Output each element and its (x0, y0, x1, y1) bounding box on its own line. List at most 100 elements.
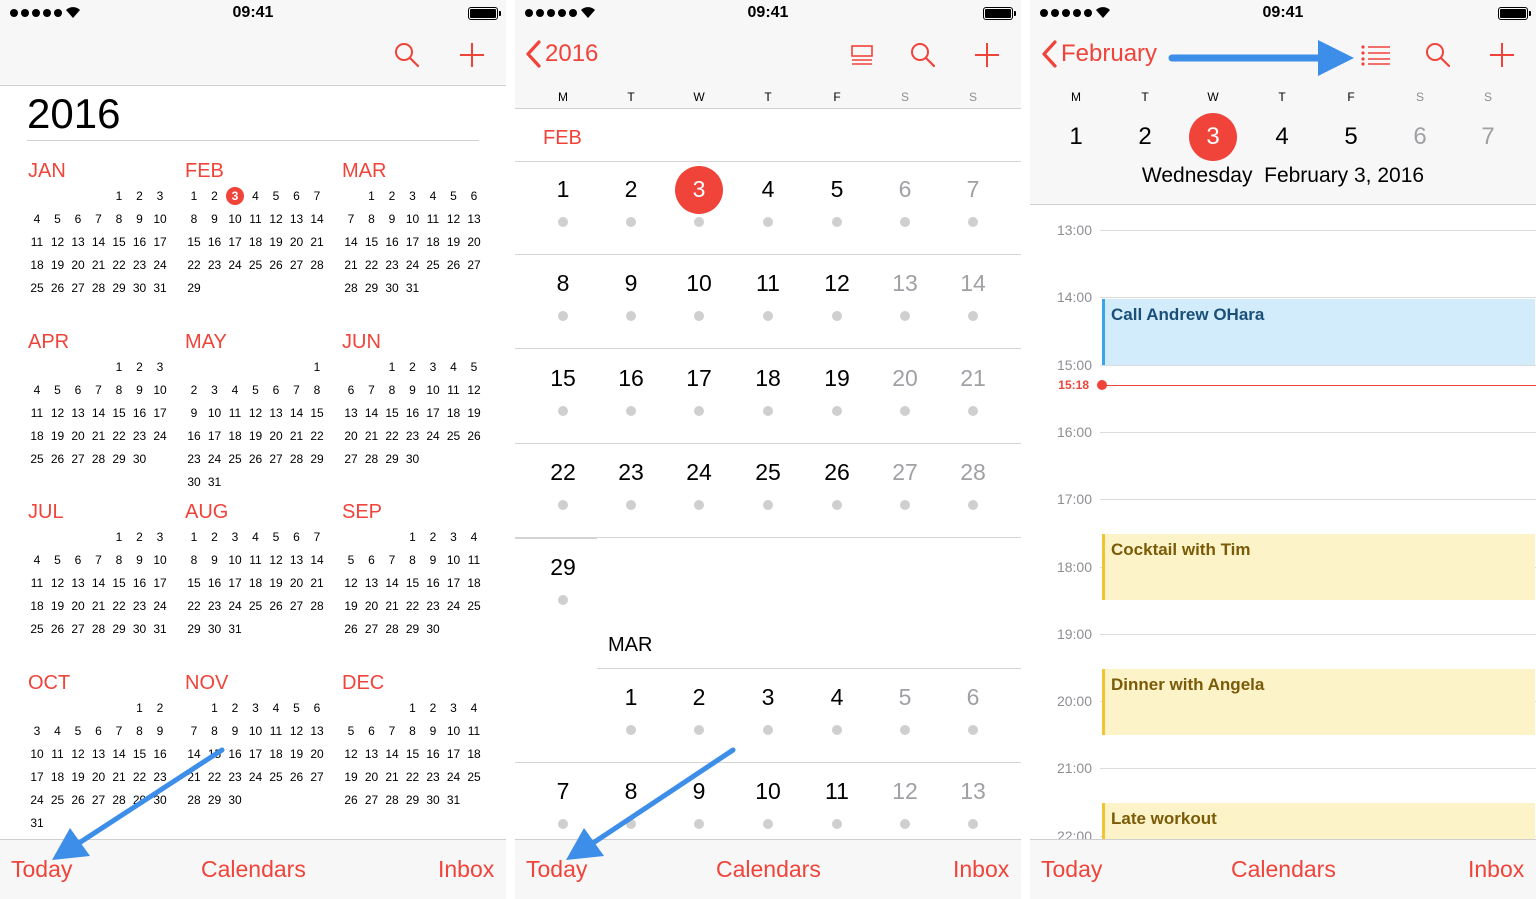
day-cell[interactable]: 11 (743, 270, 793, 297)
mini-day[interactable]: 26 (48, 622, 68, 636)
mini-day[interactable]: 27 (287, 258, 307, 272)
day-cell[interactable]: 1 (538, 176, 588, 203)
mini-day[interactable]: 23 (382, 258, 402, 272)
day-cell[interactable]: 16 (606, 365, 656, 392)
calendar-event[interactable]: Call Andrew OHara (1102, 298, 1535, 365)
mini-day[interactable]: 12 (341, 576, 361, 590)
mini-day[interactable]: 8 (184, 212, 204, 226)
mini-day[interactable]: 22 (403, 770, 423, 784)
mini-day[interactable]: 26 (464, 429, 484, 443)
mini-day[interactable]: 8 (403, 553, 423, 567)
mini-day[interactable]: 19 (266, 576, 286, 590)
mini-day[interactable]: 15 (403, 747, 423, 761)
mini-day[interactable]: 15 (403, 576, 423, 590)
mini-day[interactable]: 7 (307, 530, 327, 544)
mini-day[interactable]: 7 (341, 212, 361, 226)
mini-day[interactable]: 26 (266, 599, 286, 613)
day-cell[interactable]: 10 (743, 778, 793, 805)
mini-day[interactable]: 21 (382, 599, 402, 613)
mini-day[interactable]: 5 (48, 212, 68, 226)
mini-day[interactable]: 10 (205, 406, 225, 420)
mini-day[interactable]: 9 (382, 212, 402, 226)
mini-day[interactable]: 12 (266, 212, 286, 226)
mini-day[interactable]: 31 (150, 622, 170, 636)
mini-day[interactable]: 28 (307, 258, 327, 272)
list-view-icon[interactable] (851, 45, 873, 72)
mini-day[interactable]: 14 (287, 406, 307, 420)
mini-day[interactable]: 4 (27, 383, 47, 397)
mini-day[interactable]: 13 (362, 576, 382, 590)
back-to-year-button[interactable]: 2016 (525, 40, 598, 68)
mini-day[interactable]: 29 (382, 452, 402, 466)
mini-day[interactable]: 28 (184, 793, 204, 807)
mini-day[interactable]: 5 (48, 553, 68, 567)
mini-day[interactable]: 21 (362, 429, 382, 443)
mini-day[interactable]: 28 (307, 599, 327, 613)
mini-day[interactable]: 17 (225, 576, 245, 590)
mini-day[interactable]: 7 (362, 383, 382, 397)
day-cell[interactable]: 9 (606, 270, 656, 297)
tab-inbox[interactable]: Inbox (438, 856, 494, 883)
mini-day[interactable]: 15 (109, 235, 129, 249)
day-cell[interactable]: 24 (674, 459, 724, 486)
mini-day[interactable]: 18 (423, 235, 443, 249)
mini-day[interactable]: 25 (27, 452, 47, 466)
mini-day[interactable]: 18 (27, 258, 47, 272)
mini-day[interactable]: 13 (287, 212, 307, 226)
mini-day[interactable]: 19 (464, 406, 484, 420)
mini-day[interactable]: 6 (89, 724, 109, 738)
mini-day[interactable]: 31 (205, 475, 225, 489)
mini-day[interactable]: 6 (307, 701, 327, 715)
mini-day[interactable]: 21 (89, 258, 109, 272)
mini-day[interactable]: 11 (266, 724, 286, 738)
mini-day[interactable]: 12 (246, 406, 266, 420)
mini-day[interactable]: 5 (266, 530, 286, 544)
mini-day[interactable]: 3 (27, 724, 47, 738)
mini-day[interactable]: 30 (382, 281, 402, 295)
mini-day[interactable]: 25 (266, 770, 286, 784)
day-cell[interactable]: 26 (812, 459, 862, 486)
mini-day[interactable]: 28 (287, 452, 307, 466)
mini-day[interactable]: 11 (225, 406, 245, 420)
mini-day[interactable]: 8 (130, 724, 150, 738)
mini-day[interactable]: 3 (444, 701, 464, 715)
mini-day[interactable]: 4 (423, 189, 443, 203)
mini-day[interactable]: 16 (184, 429, 204, 443)
mini-day[interactable]: 5 (287, 701, 307, 715)
mini-day[interactable]: 8 (109, 553, 129, 567)
mini-day[interactable]: 29 (109, 452, 129, 466)
mini-day[interactable]: 21 (307, 235, 327, 249)
mini-day[interactable]: 12 (266, 553, 286, 567)
mini-day[interactable]: 13 (89, 747, 109, 761)
mini-day[interactable]: 26 (287, 770, 307, 784)
mini-day[interactable]: 23 (205, 258, 225, 272)
month-block-jul[interactable]: JUL 1 2 3 4 5 6 7 8 9 10 11 12 13 14 15 16 17 18 19 20 21 22 23… (27, 501, 171, 661)
mini-day[interactable]: 13 (68, 406, 88, 420)
mini-day[interactable]: 30 (423, 622, 443, 636)
mini-day[interactable]: 4 (225, 383, 245, 397)
mini-day[interactable]: 26 (68, 793, 88, 807)
mini-day[interactable]: 15 (109, 406, 129, 420)
mini-day[interactable]: 13 (287, 553, 307, 567)
mini-day[interactable]: 24 (150, 258, 170, 272)
mini-day[interactable]: 26 (444, 258, 464, 272)
week-day[interactable]: 1 (1056, 123, 1096, 151)
mini-day[interactable]: 5 (246, 383, 266, 397)
day-cell[interactable]: 10 (674, 270, 724, 297)
mini-day[interactable]: 16 (205, 235, 225, 249)
month-block-oct[interactable]: OCT 1 2 3 4 5 6 7 8 9 10 11 12 13 14 15 16 17 18 19 20 21 22 23… (27, 672, 171, 832)
mini-day[interactable]: 7 (89, 383, 109, 397)
mini-day[interactable]: 31 (403, 281, 423, 295)
mini-day[interactable]: 16 (150, 747, 170, 761)
day-cell[interactable]: 14 (948, 270, 998, 297)
mini-day[interactable]: 30 (184, 475, 204, 489)
mini-day[interactable]: 29 (130, 793, 150, 807)
mini-day[interactable]: 17 (150, 576, 170, 590)
mini-day[interactable]: 11 (464, 724, 484, 738)
mini-day[interactable]: 6 (362, 553, 382, 567)
mini-day[interactable]: 20 (464, 235, 484, 249)
mini-day[interactable]: 10 (27, 747, 47, 761)
mini-day[interactable]: 3 (444, 530, 464, 544)
mini-day[interactable]: 20 (68, 599, 88, 613)
mini-day[interactable]: 1 (362, 189, 382, 203)
